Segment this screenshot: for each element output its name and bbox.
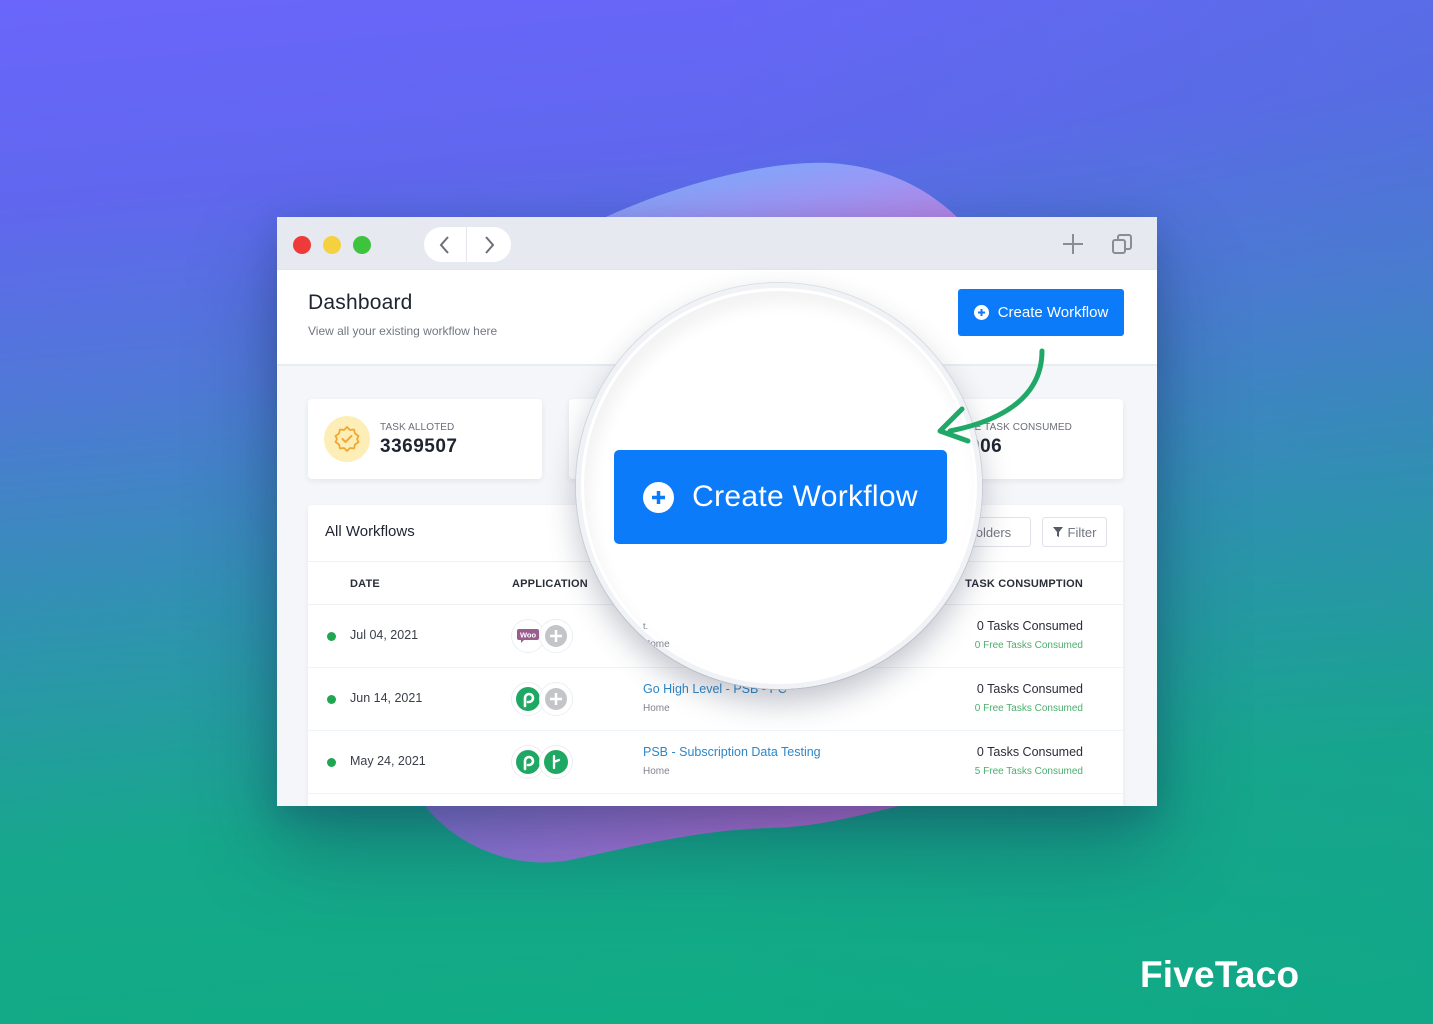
- column-header-task-consumption: TASK CONSUMPTION: [965, 578, 1083, 590]
- create-workflow-label: Create Workflow: [997, 304, 1109, 321]
- plus-circle-icon: [973, 305, 989, 320]
- workflow-folder: Home: [643, 766, 670, 777]
- page-title: Dashboard: [308, 291, 413, 314]
- chevron-right-icon: [484, 235, 494, 254]
- app-icons: Woo: [511, 619, 573, 653]
- tasks-consumed: 0 Tasks Consumed: [976, 619, 1083, 633]
- back-button[interactable]: [424, 227, 467, 262]
- free-tasks-consumed: 0 Free Tasks Consumed: [974, 703, 1083, 714]
- tabs-overview-icon[interactable]: [1111, 233, 1133, 255]
- app-icons: [511, 745, 573, 779]
- minimize-window-button[interactable]: [323, 236, 341, 254]
- row-date: Jul 04, 2021: [350, 628, 419, 642]
- page-subtitle: View all your existing workflow here: [308, 324, 498, 338]
- pabbly-subscription-icon: [539, 745, 573, 779]
- stat-value: 3369507: [380, 436, 458, 457]
- row-date: Jun 14, 2021: [350, 691, 423, 705]
- status-active-dot: [327, 758, 336, 767]
- filter-icon: [1052, 527, 1063, 537]
- column-header-application: APPLICATION: [512, 578, 588, 590]
- magnified-create-workflow-button[interactable]: Create Workflow: [614, 450, 947, 544]
- row-date: May 24, 2021: [350, 754, 426, 768]
- maximize-window-button[interactable]: [353, 236, 371, 254]
- forward-button[interactable]: [467, 227, 510, 262]
- row-1-folder-fragment: Home: [643, 639, 670, 650]
- add-app-icon[interactable]: [539, 682, 573, 716]
- fivetaco-logo: FiveTaco: [1140, 954, 1300, 995]
- task-alloted-card: TASK ALLOTED 3369507: [308, 399, 542, 479]
- navigation-controls: [424, 227, 511, 262]
- plus-circle-icon: [643, 481, 675, 513]
- status-active-dot: [327, 632, 336, 641]
- new-tab-plus-icon[interactable]: [1061, 232, 1085, 256]
- verified-badge-icon: [324, 416, 370, 462]
- add-app-icon[interactable]: [539, 619, 573, 653]
- column-header-date: DATE: [350, 578, 380, 590]
- magnifier-lens: Create Workflow t. Home: [576, 283, 982, 689]
- stat-label: LE TASK CONSUMED: [969, 422, 1072, 433]
- app-icons: [511, 682, 573, 716]
- workflow-name-link[interactable]: PSB - Subscription Data Testing: [643, 745, 821, 759]
- table-title: All Workflows: [325, 523, 415, 540]
- filter-button[interactable]: Filter: [1042, 517, 1107, 547]
- chevron-left-icon: [439, 235, 449, 254]
- row-1-name-fragment: t.: [643, 621, 649, 631]
- create-workflow-button[interactable]: Create Workflow: [958, 289, 1124, 336]
- svg-text:Woo: Woo: [520, 631, 537, 640]
- status-active-dot: [327, 695, 336, 704]
- stat-label: TASK ALLOTED: [380, 422, 455, 433]
- workflow-folder: Home: [643, 703, 670, 714]
- filter-label: Filter: [1067, 524, 1097, 540]
- table-row[interactable]: May 24, 2021 PSB - Subscription Data Tes…: [308, 731, 1123, 794]
- tasks-consumed: 0 Tasks Consumed: [976, 682, 1083, 696]
- close-window-button[interactable]: [293, 236, 311, 254]
- free-tasks-consumed: 0 Free Tasks Consumed: [974, 640, 1083, 651]
- browser-titlebar: [277, 217, 1157, 270]
- free-tasks-consumed: 5 Free Tasks Consumed: [974, 766, 1083, 777]
- tasks-consumed: 0 Tasks Consumed: [976, 745, 1083, 759]
- magnified-create-workflow-label: Create Workflow: [692, 480, 918, 513]
